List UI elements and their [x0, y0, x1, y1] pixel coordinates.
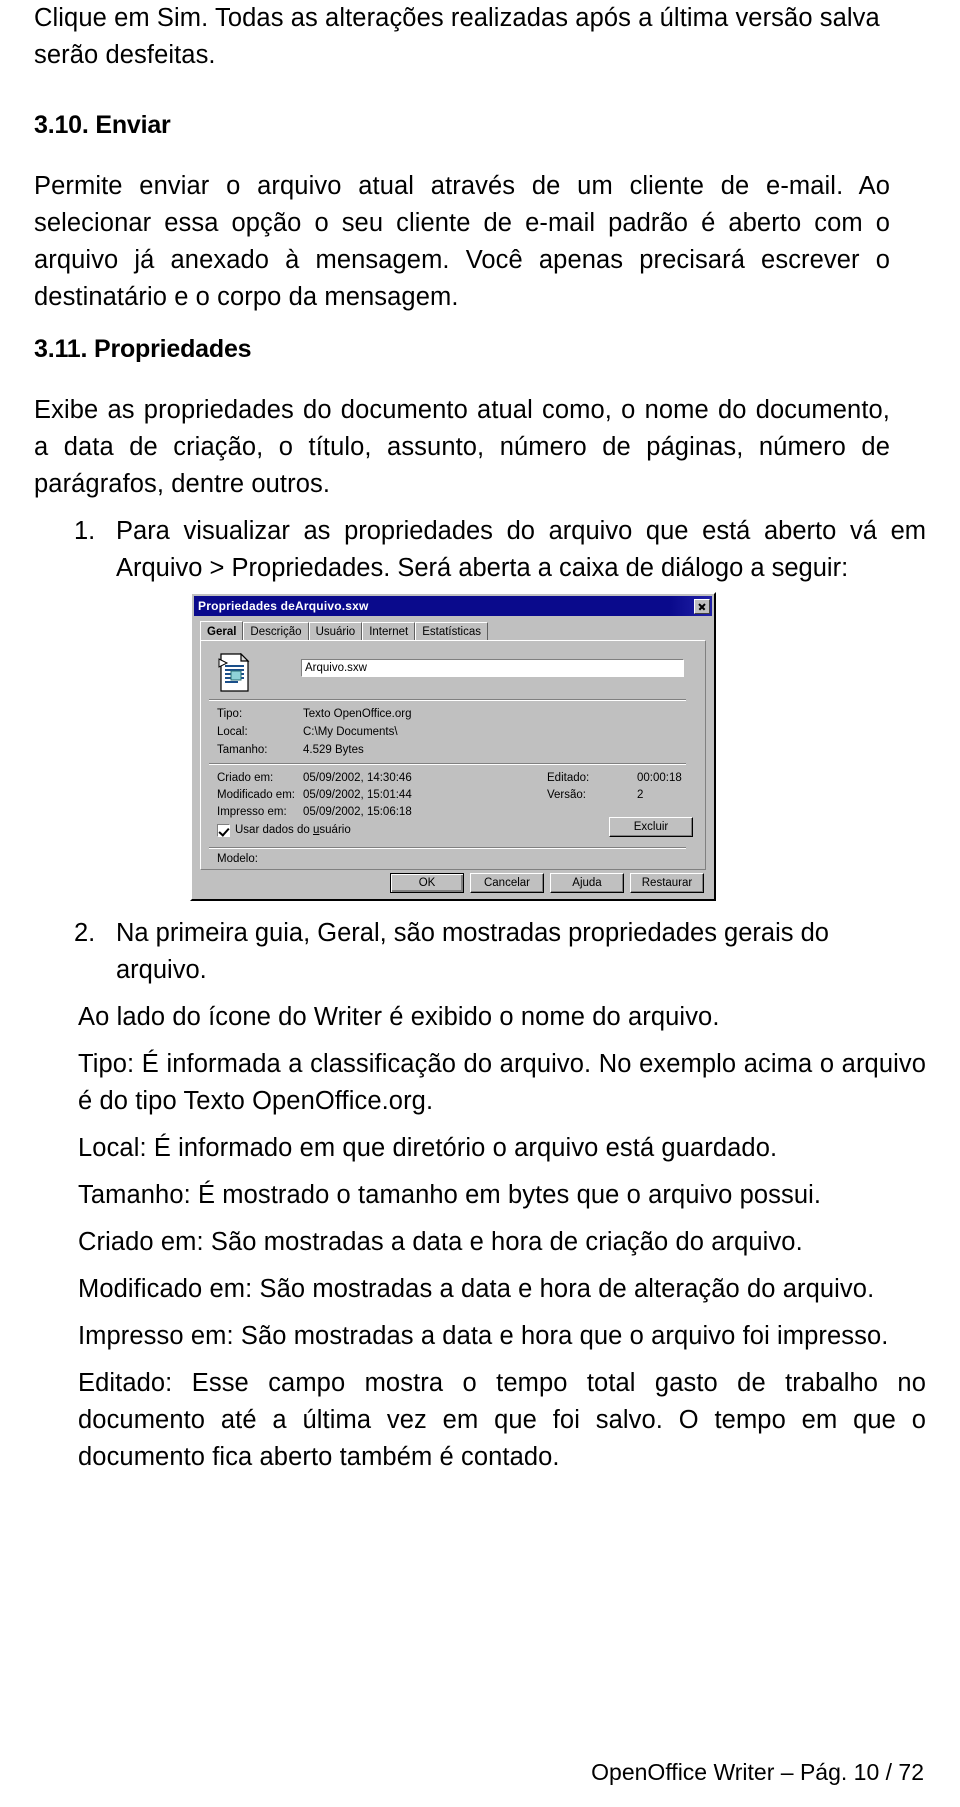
tab-usuario[interactable]: Usuário [308, 622, 363, 640]
step-1-text: Para visualizar as propriedades do arqui… [116, 517, 926, 582]
excluir-button[interactable]: Excluir [609, 817, 693, 837]
field-tamanho-label: Tamanho: [217, 744, 268, 756]
divider-1 [209, 699, 686, 701]
field-local-label: Local: [217, 726, 248, 738]
dialog-tabstrip: Geral Descrição Usuário Internet Estatís… [200, 621, 714, 640]
step-2-text: Na primeira guia, Geral, são mostradas p… [116, 919, 829, 984]
heading-3-10: 3.10. Enviar [34, 111, 171, 139]
field-local-value: C:\My Documents\ [303, 726, 398, 738]
properties-dialog: Propriedades deArquivo.sxw Geral Descriç… [190, 592, 716, 901]
field-editado-value: 00:00:18 [637, 772, 682, 784]
list-item-step-1: 1. Para visualizar as propriedades do ar… [70, 513, 926, 587]
list-item-step-2: 2. Na primeira guia, Geral, são mostrada… [70, 915, 926, 989]
field-editado-label: Editado: [547, 772, 590, 784]
divider-3 [209, 847, 686, 849]
properties-dialog-screenshot: Propriedades deArquivo.sxw Geral Descriç… [190, 592, 716, 901]
document-body: Clique em Sim. Todas as alterações reali… [34, 0, 926, 587]
cancelar-button[interactable]: Cancelar [470, 873, 544, 893]
step-1-number: 1. [74, 517, 96, 545]
field-versao-value: 2 [637, 789, 644, 801]
divider-2 [209, 763, 686, 765]
writer-document-icon [218, 653, 250, 692]
tab-geral[interactable]: Geral [200, 621, 244, 640]
field-tamanho-value: 4.529 Bytes [303, 744, 364, 756]
dialog-titlebar: Propriedades deArquivo.sxw [194, 596, 712, 616]
desc-editado: Editado: Esse campo mostra o tempo total… [78, 1369, 926, 1471]
page-footer: OpenOffice Writer – Pág. 10 / 72 [591, 1759, 924, 1785]
dialog-button-bar: OK Cancelar Ajuda Restaurar [192, 873, 714, 893]
ok-button[interactable]: OK [390, 873, 464, 893]
field-impresso-em-label: Impresso em: [217, 806, 287, 818]
checkbox-label: Usar dados do usuário [235, 824, 351, 836]
intro-paragraph: Clique em Sim. Todas as alterações reali… [34, 4, 880, 69]
dialog-title: Propriedades deArquivo.sxw [198, 599, 369, 613]
heading-3-11: 3.11. Propriedades [34, 335, 252, 363]
field-tipo-label: Tipo: [217, 708, 243, 720]
field-criado-em-value: 05/09/2002, 14:30:46 [303, 772, 412, 784]
desc-criado-em: Criado em: São mostradas a data e hora d… [78, 1228, 803, 1256]
step-2-number: 2. [74, 919, 96, 947]
field-modificado-em-value: 05/09/2002, 15:01:44 [303, 789, 412, 801]
desc-modificado-em: Modificado em: São mostradas a data e ho… [78, 1275, 875, 1303]
paragraph-3-10: Permite enviar o arquivo atual através d… [34, 172, 890, 311]
field-tipo-value: Texto OpenOffice.org [303, 708, 412, 720]
desc-icone-nome: Ao lado do ícone do Writer é exibido o n… [78, 1003, 720, 1031]
dialog-tab-panel-geral: Arquivo.sxw Tipo: Texto OpenOffice.org L… [200, 640, 706, 870]
paragraph-3-11: Exibe as propriedades do documento atual… [34, 396, 890, 498]
document-page: Clique em Sim. Todas as alterações reali… [0, 0, 960, 1807]
desc-local: Local: É informado em que diretório o ar… [78, 1134, 778, 1162]
tab-estatisticas[interactable]: Estatísticas [415, 622, 489, 640]
field-impresso-em-value: 05/09/2002, 15:06:18 [303, 806, 412, 818]
checkbox-icon[interactable] [217, 823, 230, 837]
file-name-field[interactable]: Arquivo.sxw [301, 659, 684, 677]
checkbox-usar-dados-do-usuario[interactable]: Usar dados do usuário [217, 823, 351, 837]
desc-impresso-em: Impresso em: São mostradas a data e hora… [78, 1322, 889, 1350]
desc-tipo: Tipo: É informada a classificação do arq… [78, 1050, 926, 1115]
desc-tamanho: Tamanho: É mostrado o tamanho em bytes q… [78, 1181, 822, 1209]
tab-internet[interactable]: Internet [362, 622, 416, 640]
close-icon[interactable] [694, 598, 710, 614]
ajuda-button[interactable]: Ajuda [550, 873, 624, 893]
document-body-lower: 2. Na primeira guia, Geral, são mostrada… [34, 915, 926, 1476]
modelo-label: Modelo: [217, 853, 258, 865]
field-modificado-em-label: Modificado em: [217, 789, 295, 801]
field-criado-em-label: Criado em: [217, 772, 274, 784]
field-versao-label: Versão: [547, 789, 586, 801]
tab-descricao[interactable]: Descrição [243, 622, 309, 640]
restaurar-button[interactable]: Restaurar [630, 873, 704, 893]
